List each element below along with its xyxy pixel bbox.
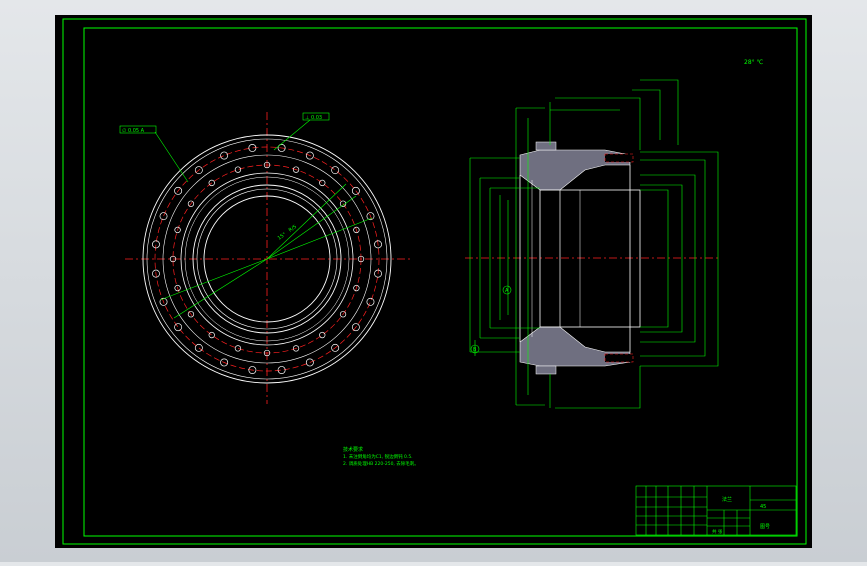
- model-space: [55, 15, 812, 548]
- cad-viewport[interactable]: 28° ℃ ∅ 0.05 A ⊥ 0.03 15° R/5 A B 技术要求 1…: [0, 0, 867, 562]
- datum-label: A: [505, 288, 509, 294]
- flange-lip-top: [535, 141, 557, 151]
- bolt-hole-bottom: [604, 353, 634, 363]
- bolt-hole-top: [604, 153, 634, 163]
- scale-note: 28° ℃: [744, 59, 764, 66]
- drawing-canvas: 28° ℃ ∅ 0.05 A ⊥ 0.03 15° R/5 A B 技术要求 1…: [55, 15, 812, 548]
- title-drawing-no: 图号: [760, 524, 770, 530]
- title-part-name: 法兰: [722, 496, 732, 503]
- datum-label: B: [473, 347, 477, 353]
- notes-line: 2. 调质处理HB 220-250, 去除毛刺。: [343, 460, 419, 467]
- flange-lip-bottom: [535, 365, 557, 375]
- notes-title: 技术要求: [343, 446, 363, 453]
- notes-line: 1. 未注倒角均为C1, 锐边倒钝 0.5.: [343, 453, 413, 460]
- title-sheet: 共 张: [712, 528, 723, 535]
- tolerance-label: ⊥ 0.03: [305, 115, 322, 121]
- title-material: 45: [760, 504, 766, 510]
- tolerance-label: ∅ 0.05 A: [122, 128, 145, 134]
